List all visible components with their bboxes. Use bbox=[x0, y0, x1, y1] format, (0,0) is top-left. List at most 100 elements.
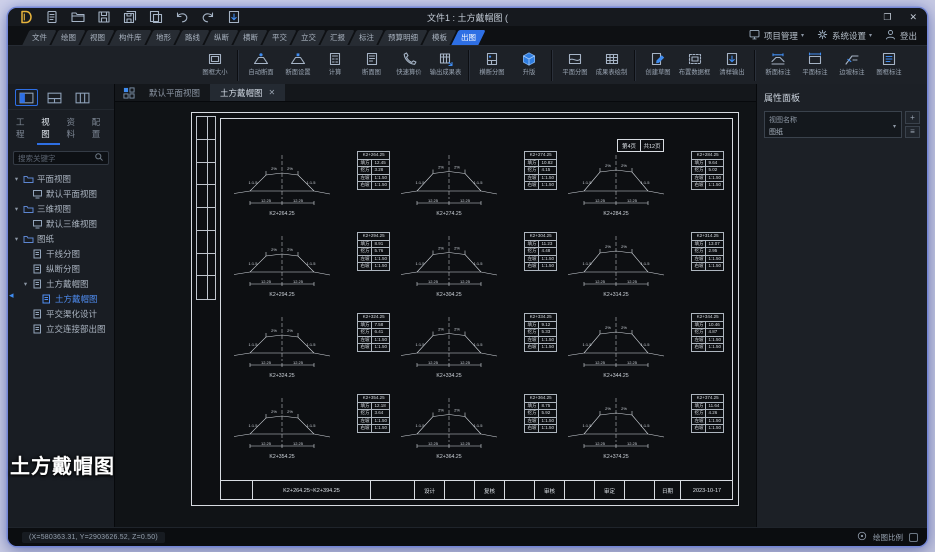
cross-section: 12.2512.25 1:1.51:1.5 2%2% K2+274.25 K2+… bbox=[395, 147, 562, 228]
svg-text:1:1.5: 1:1.5 bbox=[307, 261, 317, 266]
layout-columns-icon[interactable] bbox=[15, 89, 38, 106]
ribbon-button[interactable]: 创建草图 bbox=[639, 49, 676, 77]
ribbon-button[interactable]: 断面图 bbox=[353, 49, 390, 77]
ribbon-button-label: 断面设置 bbox=[285, 68, 310, 77]
copy-icon[interactable] bbox=[148, 9, 164, 25]
svg-text:2%: 2% bbox=[621, 325, 627, 330]
phone-icon bbox=[401, 50, 417, 67]
cross-section-drawing: 12.2512.25 1:1.51:1.5 2%2% K2+374.25 bbox=[564, 390, 668, 468]
export-icon[interactable] bbox=[226, 9, 242, 25]
status-bar: (X=580363.31, Y=2903626.52, Z=0.50) 绘图比例 bbox=[8, 527, 927, 546]
save-icon[interactable] bbox=[96, 9, 112, 25]
ribbon-button[interactable]: 断面设置 bbox=[279, 49, 316, 77]
folder-icon bbox=[23, 234, 34, 244]
tree-item[interactable]: 土方戴帽图 bbox=[8, 291, 114, 306]
sidebar-tab-资料[interactable]: 资料 bbox=[63, 114, 85, 145]
open-icon[interactable] bbox=[70, 9, 86, 25]
title-block-cell bbox=[565, 481, 595, 500]
workspace-icon[interactable] bbox=[119, 84, 139, 101]
ribbon-button[interactable]: 自动断面 bbox=[242, 49, 279, 77]
table-icon bbox=[604, 50, 620, 67]
tree-item[interactable]: ▾三维视图 bbox=[8, 201, 114, 216]
search-input[interactable]: 搜索关键字 bbox=[13, 151, 109, 165]
viewport-icon[interactable] bbox=[909, 533, 918, 542]
tree-item[interactable]: 立交连接部出图 bbox=[8, 321, 114, 336]
document-tab-label: 默认平面视图 bbox=[149, 87, 200, 99]
svg-text:K2+324.25: K2+324.25 bbox=[269, 373, 294, 379]
close-tab-icon[interactable]: ✕ bbox=[269, 88, 276, 97]
sidebar-collapse-icon[interactable]: ◂ bbox=[9, 290, 14, 301]
svg-text:K2+274.25: K2+274.25 bbox=[436, 211, 461, 217]
tree-item[interactable]: 干线分图 bbox=[8, 246, 114, 261]
restore-icon[interactable]: ❐ bbox=[883, 8, 891, 26]
save-all-icon[interactable] bbox=[122, 9, 138, 25]
ribbon-button[interactable]: 升版 bbox=[510, 49, 547, 77]
tree-item[interactable]: 平交渠化设计 bbox=[8, 306, 114, 321]
title-block-cell bbox=[445, 481, 475, 500]
svg-text:12.25: 12.25 bbox=[428, 360, 439, 365]
tree-item[interactable]: 默认三维视图 bbox=[8, 216, 114, 231]
sidebar-tab-配置[interactable]: 配置 bbox=[88, 114, 110, 145]
tree-item[interactable]: 纵断分图 bbox=[8, 261, 114, 276]
ribbon-button[interactable]: 快速算价 bbox=[390, 49, 427, 77]
cross-section: 12.2512.25 1:1.51:1.5 2%2% K2+334.25 K2+… bbox=[395, 309, 562, 390]
ribbon-button[interactable]: 边坡标注 bbox=[833, 49, 870, 77]
redo-icon[interactable] bbox=[200, 9, 216, 25]
layout-rows-icon[interactable] bbox=[71, 89, 94, 106]
section-data-table: K2+284.25 填方9.64 挖方5.02 左坡1:1.50 右坡1:1.5… bbox=[691, 151, 724, 190]
sidebar-tab-工程[interactable]: 工程 bbox=[12, 114, 34, 145]
new-file-icon[interactable] bbox=[44, 9, 60, 25]
ribbon-button[interactable]: 成果表绘制 bbox=[593, 49, 630, 77]
svg-text:1:1.5: 1:1.5 bbox=[583, 423, 593, 428]
tree-item[interactable]: ▾土方戴帽图 bbox=[8, 276, 114, 291]
ribbon-button[interactable]: 图框大小 bbox=[196, 49, 233, 77]
tree-item[interactable]: 默认平面视图 bbox=[8, 186, 114, 201]
cross-section: 12.2512.25 1:1.51:1.5 2%2% K2+314.25 K2+… bbox=[562, 228, 729, 309]
svg-text:12.25: 12.25 bbox=[595, 441, 606, 446]
svg-text:K2+334.25: K2+334.25 bbox=[436, 373, 461, 379]
undo-icon[interactable] bbox=[174, 9, 190, 25]
view-name-combobox[interactable]: 视图名称 图纸 ▾ bbox=[764, 111, 902, 138]
menu-tab[interactable]: 构件库 bbox=[109, 30, 151, 45]
layout-split-icon[interactable] bbox=[43, 89, 66, 106]
ribbon-button[interactable]: 图框标注 bbox=[870, 49, 907, 77]
tree-item[interactable]: ▾图纸 bbox=[8, 231, 114, 246]
user-icon bbox=[884, 28, 897, 43]
svg-text:2%: 2% bbox=[605, 244, 611, 249]
menu-tab[interactable]: 出图 bbox=[451, 30, 485, 45]
menubar-item[interactable]: 登出 bbox=[884, 28, 917, 43]
document-tab[interactable]: 默认平面视图 bbox=[139, 84, 210, 101]
ribbon-group: 平面分图成果表绘制 bbox=[556, 49, 630, 77]
add-button[interactable]: + bbox=[905, 111, 920, 124]
ribbon-button[interactable]: 输出成果表 bbox=[427, 49, 464, 77]
close-icon[interactable]: ✕ bbox=[909, 8, 917, 26]
ribbon-button[interactable]: 平面分图 bbox=[556, 49, 593, 77]
ribbon-button[interactable]: 布置数据框 bbox=[676, 49, 713, 77]
ribbon-button[interactable]: 计算 bbox=[316, 49, 353, 77]
menubar-item[interactable]: 系统设置▾ bbox=[816, 28, 872, 43]
menu-tab-label: 立交 bbox=[301, 30, 316, 45]
svg-text:12.25: 12.25 bbox=[595, 279, 606, 284]
list-button[interactable]: ≡ bbox=[905, 126, 920, 139]
svg-text:12.25: 12.25 bbox=[261, 198, 272, 203]
sidebar-tab-视图[interactable]: 视图 bbox=[37, 114, 59, 145]
ribbon-button-label: 输出成果表 bbox=[430, 68, 462, 77]
cross-section-drawing: 12.2512.25 1:1.51:1.5 2%2% K2+314.25 bbox=[564, 228, 668, 306]
ribbon-button-label: 布置数据框 bbox=[679, 68, 711, 77]
svg-text:2%: 2% bbox=[271, 328, 277, 333]
menu-tab[interactable]: 预算明细 bbox=[378, 30, 427, 45]
ribbon-button[interactable]: 平面标注 bbox=[796, 49, 833, 77]
drawing-canvas[interactable]: 第4页 共12页 12.2512.25 1:1.51:1.5 2%2% K2+2… bbox=[115, 102, 756, 527]
ribbon-button[interactable]: 横断分图 bbox=[473, 49, 510, 77]
section-data-table: K2+274.25 填方10.82 挖方4.15 左坡1:1.50 右坡1:1.… bbox=[524, 151, 557, 190]
ribbon-button[interactable]: 清样输出 bbox=[713, 49, 750, 77]
tree-item[interactable]: ▾平面视图 bbox=[8, 171, 114, 186]
section-data-table: K2+354.25 填方12.18 挖方3.64 左坡1:1.50 右坡1:1.… bbox=[357, 394, 390, 433]
document-tab[interactable]: 土方戴帽图✕ bbox=[210, 84, 285, 101]
calc-icon bbox=[327, 50, 343, 67]
ribbon-button[interactable]: 断面标注 bbox=[759, 49, 796, 77]
export-icon bbox=[724, 50, 740, 67]
menubar-item[interactable]: 项目管理▾ bbox=[748, 28, 804, 43]
section-data-table: K2+344.25 填方10.46 挖方4.87 左坡1:1.50 右坡1:1.… bbox=[691, 313, 724, 352]
ribbon-button-label: 断面标注 bbox=[765, 68, 790, 77]
